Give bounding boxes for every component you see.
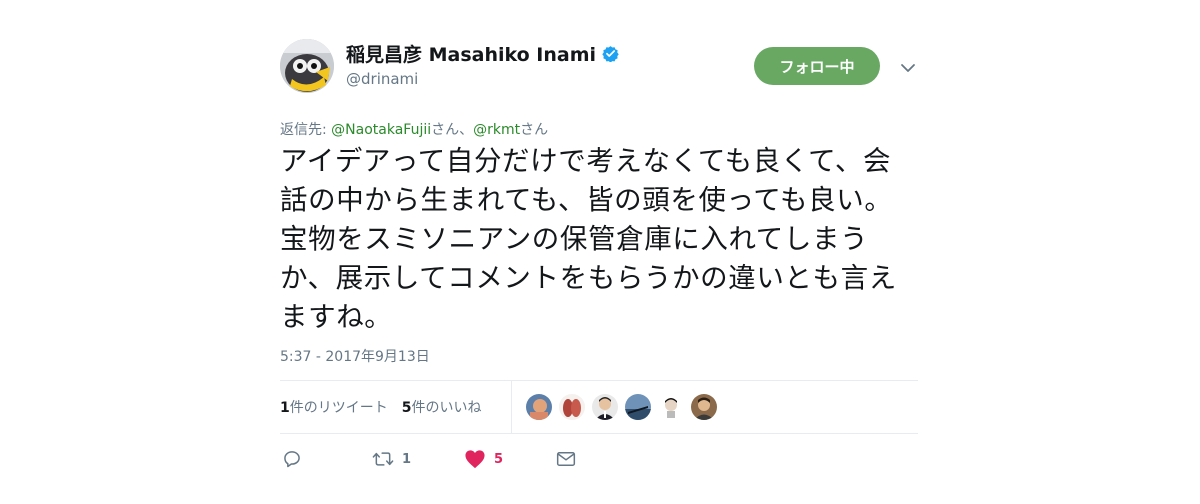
direct-message-button[interactable] [556,448,576,470]
author-handle[interactable]: @drinami [346,70,418,88]
liker-avatar[interactable] [526,394,552,420]
like-stat-count: 5 [401,399,412,416]
chevron-down-icon[interactable] [900,60,916,74]
retweet-stat-count: 1 [280,399,290,416]
tweet-card: 稲見昌彦 Masahiko Inami @drinami フォロー中 返信先: … [280,0,920,504]
retweet-count: 1 [402,451,412,467]
like-stat[interactable]: 5件のいいね [402,397,482,417]
tweet-text: アイデアって自分だけで考えなくても良くて、会話の中から生まれても、皆の頭を使って… [280,145,897,333]
liker-avatar[interactable] [691,394,717,420]
author-avatar[interactable] [280,39,334,93]
reply-to-user-link[interactable]: @NaotakaFujii [331,122,431,138]
reply-to-suffix: さん、 [431,122,474,138]
retweet-icon [372,449,394,469]
reply-button[interactable] [282,448,302,470]
reply-icon [282,449,302,469]
tweet-actions: 1 5 [280,448,920,472]
verified-icon [602,45,619,63]
liker-avatar[interactable] [592,394,618,420]
liker-avatar[interactable] [625,394,651,420]
reply-to-line: 返信先: @NaotakaFujiiさん、@rkmtさん [280,119,548,139]
retweet-stat[interactable]: 1件のリツイート [280,397,388,417]
reply-to-user-link[interactable]: @rkmt [473,122,520,138]
liker-avatar[interactable] [658,394,684,420]
heart-icon [464,449,486,469]
liker-avatar[interactable] [559,394,585,420]
retweet-stat-label: 件のリツイート [289,399,388,416]
tweet-stats: 1件のリツイート 5件のいいね [280,380,496,433]
following-button[interactable]: フォロー中 [754,47,880,85]
message-icon [556,450,576,468]
like-count: 5 [494,451,504,467]
liker-avatars [526,394,724,420]
like-button[interactable]: 5 [464,448,503,470]
author-display-name[interactable]: 稲見昌彦 Masahiko Inami [346,40,596,67]
stats-separator [511,380,512,433]
tweet-timestamp[interactable]: 5:37 - 2017年9月13日 [280,346,430,366]
like-stat-label: 件のいいね [411,399,482,416]
author-name-row: 稲見昌彦 Masahiko Inami [346,40,619,67]
retweet-button[interactable]: 1 [372,448,411,470]
divider [280,433,918,434]
reply-to-prefix: 返信先: [280,122,332,138]
reply-to-suffix: さん [520,122,549,138]
